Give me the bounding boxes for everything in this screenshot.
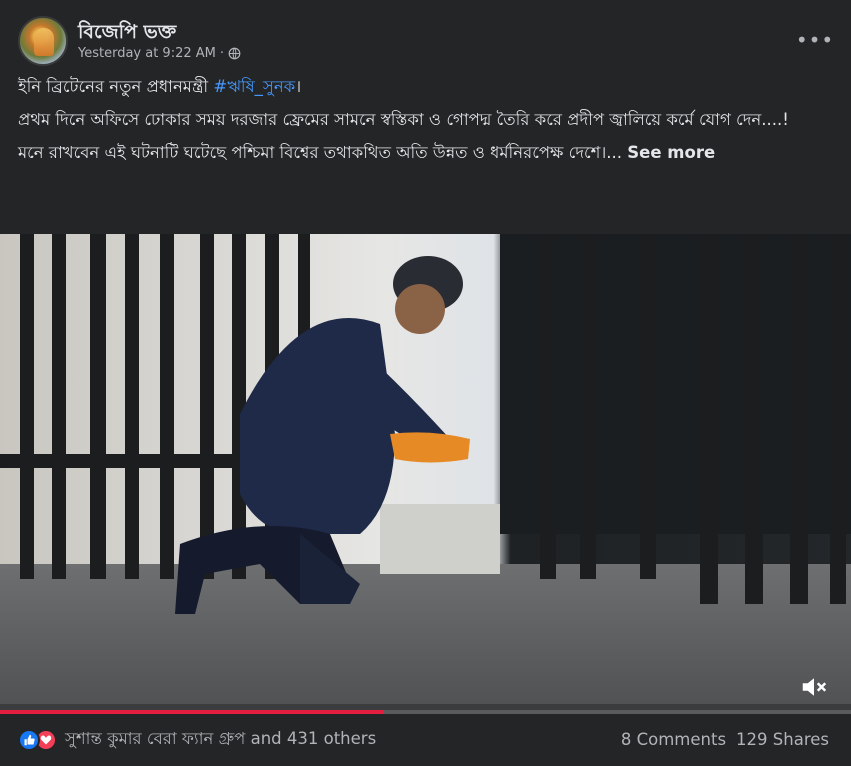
video-frame bbox=[0, 234, 851, 714]
reactions-text[interactable]: সুশান্ত কুমার বেরা ফ্যান গ্রুপ and 431 o… bbox=[65, 726, 376, 753]
post-paragraph-2: প্রথম দিনে অফিসে ঢোকার সময় দরজার ফ্রেমে… bbox=[18, 110, 789, 129]
post-timestamp[interactable]: Yesterday at 9:22 AM bbox=[78, 46, 216, 61]
meta-separator: · bbox=[219, 46, 225, 61]
paragraph-3-text: মনে রাখবেন এই ঘটনাটি ঘটেছে পশ্চিমা বিশ্ব… bbox=[18, 143, 623, 162]
globe-icon[interactable] bbox=[228, 47, 241, 60]
muted-speaker-icon[interactable] bbox=[799, 672, 829, 702]
pavement bbox=[0, 564, 851, 714]
post-message: ইনি ব্রিটেনের নতুন প্রধানমন্ত্রী #ঋষি_সু… bbox=[18, 74, 833, 173]
avatar-figure bbox=[34, 28, 54, 56]
facebook-post: বিজেপি ভক্ত Yesterday at 9:22 AM · ••• ই… bbox=[0, 0, 851, 766]
line1-suffix: । bbox=[295, 77, 302, 96]
page-avatar[interactable] bbox=[18, 16, 68, 66]
video-progress-fill bbox=[0, 710, 383, 714]
post-header: বিজেপি ভক্ত Yesterday at 9:22 AM · ••• bbox=[18, 16, 833, 68]
more-options-button[interactable]: ••• bbox=[795, 22, 835, 58]
see-more-link[interactable]: See more bbox=[627, 143, 715, 162]
post-meta: Yesterday at 9:22 AM · bbox=[78, 46, 241, 61]
line1-text: ইনি ব্রিটেনের নতুন প্রধানমন্ত্রী bbox=[18, 77, 214, 96]
shares-count[interactable]: 129 Shares bbox=[736, 730, 829, 749]
step bbox=[380, 504, 500, 574]
video-progress-bar[interactable] bbox=[0, 710, 851, 714]
post-paragraph-3: মনে রাখবেন এই ঘটনাটি ঘটেছে পশ্চিমা বিশ্ব… bbox=[18, 140, 833, 165]
video-player[interactable] bbox=[0, 234, 851, 714]
hashtag-link[interactable]: #ঋষি_সুনক bbox=[213, 77, 295, 96]
like-icon bbox=[18, 728, 40, 751]
more-dots-icon: ••• bbox=[795, 28, 835, 52]
post-footer: সুশান্ত কুমার বেরা ফ্যান গ্রুপ and 431 o… bbox=[18, 722, 833, 758]
post-line-1: ইনি ব্রিটেনের নতুন প্রধানমন্ত্রী #ঋষি_সু… bbox=[18, 74, 833, 99]
engagement-counts: 8 Comments 129 Shares bbox=[621, 730, 829, 749]
reaction-summary[interactable]: সুশান্ত কুমার বেরা ফ্যান গ্রুপ and 431 o… bbox=[18, 726, 376, 753]
comments-count[interactable]: 8 Comments bbox=[621, 730, 726, 749]
